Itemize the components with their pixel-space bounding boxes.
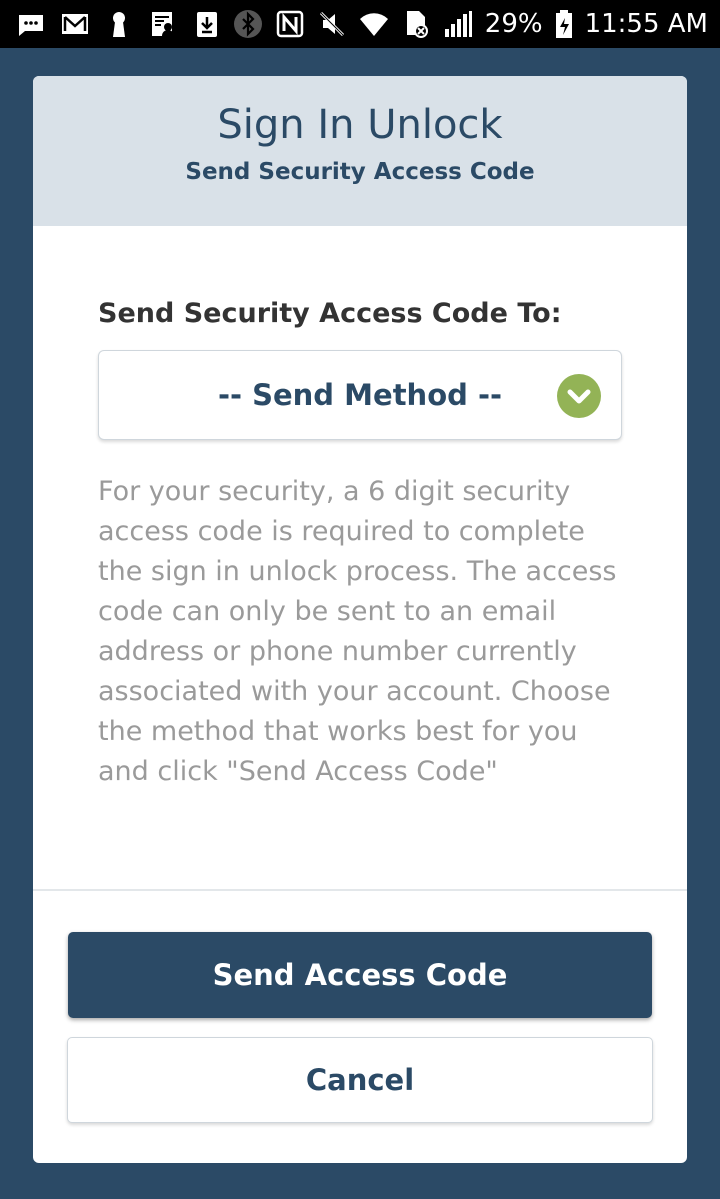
messages-icon bbox=[16, 9, 46, 39]
keyhole-icon bbox=[104, 9, 134, 39]
document-person-icon bbox=[148, 9, 178, 39]
signal-icon bbox=[443, 9, 473, 39]
dialog-subtitle: Send Security Access Code bbox=[185, 159, 535, 185]
status-bar: 29% 11:55 AM bbox=[0, 0, 720, 48]
security-info-text: For your security, a 6 digit security ac… bbox=[98, 476, 617, 787]
sim-error-icon bbox=[401, 9, 431, 39]
chevron-down-icon bbox=[557, 374, 601, 418]
send-method-select[interactable]: -- Send Method -- bbox=[98, 350, 622, 440]
divider bbox=[33, 889, 687, 891]
sign-in-unlock-dialog: Sign In Unlock Send Security Access Code… bbox=[33, 76, 687, 1163]
battery-charging-icon bbox=[555, 9, 573, 39]
dialog-title: Sign In Unlock bbox=[217, 102, 503, 148]
cancel-button[interactable]: Cancel bbox=[67, 1037, 653, 1123]
send-method-value: -- Send Method -- bbox=[217, 378, 503, 412]
dialog-header: Sign In Unlock Send Security Access Code bbox=[33, 76, 687, 226]
notification-icons bbox=[16, 6, 222, 42]
system-status: 29% 11:55 AM bbox=[233, 6, 708, 42]
download-icon bbox=[192, 9, 222, 39]
gmail-icon bbox=[60, 9, 90, 39]
send-access-code-button[interactable]: Send Access Code bbox=[68, 932, 652, 1018]
battery-percent: 29% bbox=[484, 9, 543, 39]
mute-icon bbox=[317, 9, 347, 39]
nfc-icon bbox=[275, 9, 305, 39]
send-to-label: Send Security Access Code To: bbox=[98, 298, 562, 329]
bluetooth-icon bbox=[233, 9, 263, 39]
clock: 11:55 AM bbox=[584, 9, 708, 39]
wifi-icon bbox=[359, 9, 389, 39]
